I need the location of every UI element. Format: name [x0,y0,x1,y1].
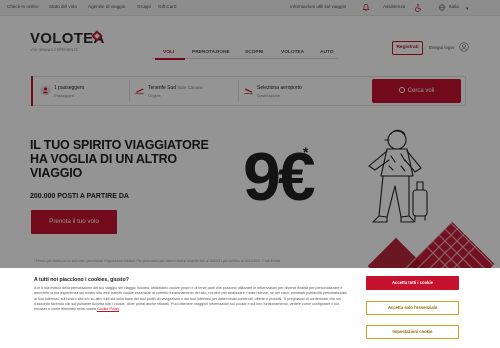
accept-essential-cookies-button[interactable]: Accetta solo l'essenziale [366,301,459,315]
cookie-settings-button[interactable]: Impostazioni cookie [366,325,459,339]
cookie-title: A tutti noi piacciono i cookies, giusto? [34,277,129,283]
accept-all-cookies-button[interactable]: Accetta tutti i cookie [366,276,459,290]
cookie-policy-link[interactable]: Cookie Policy [97,307,119,311]
cookie-description: A tè ti sta motivo della prenotazione de… [34,286,347,312]
